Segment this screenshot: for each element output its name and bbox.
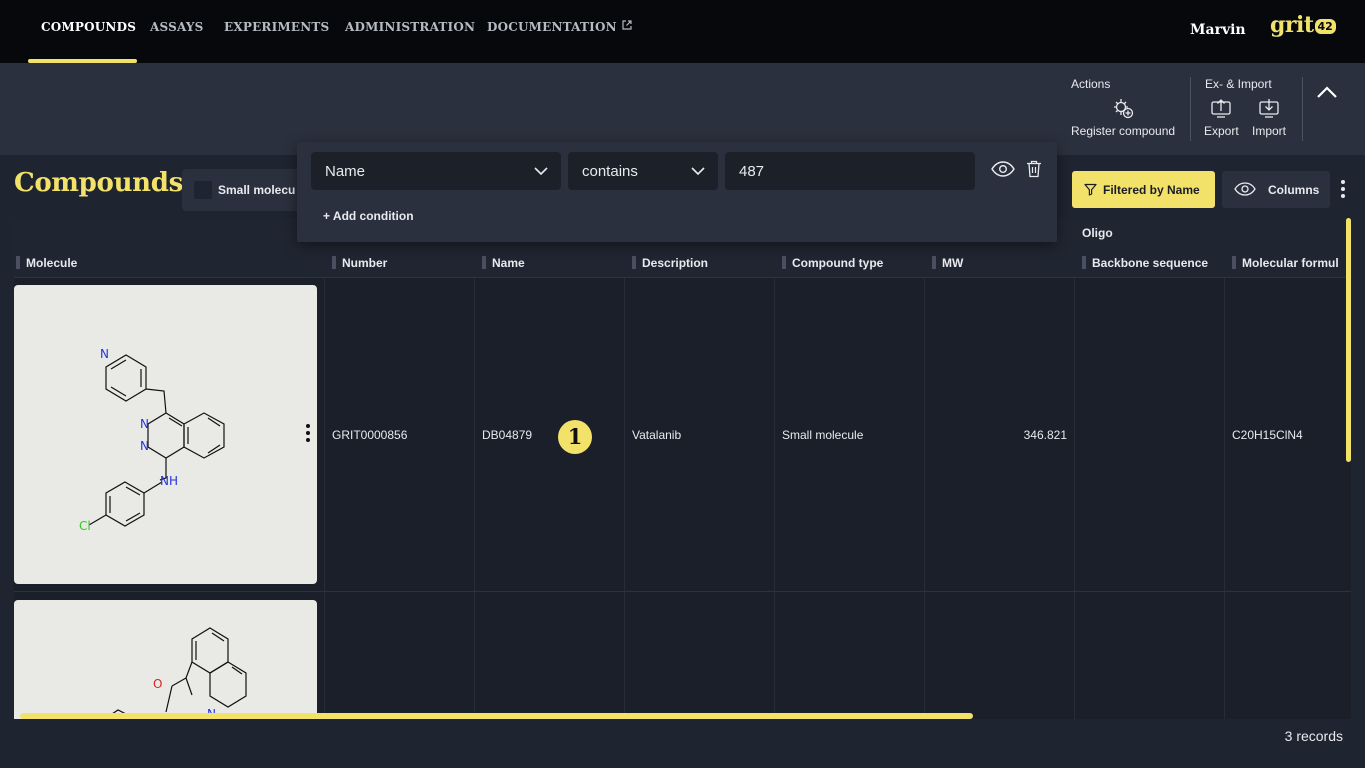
column-divider [624, 278, 625, 754]
cell-molecular-formula[interactable]: C20H15ClN4 [1232, 428, 1303, 442]
column-header-name[interactable]: Name [482, 256, 525, 270]
column-divider [924, 278, 925, 754]
filter-operator-value: contains [582, 163, 638, 180]
column-header-label: Backbone sequence [1092, 256, 1209, 270]
filter-operator-select[interactable]: contains [568, 152, 718, 190]
column-header-row: Molecule Number Name Description Compoun… [14, 248, 1351, 278]
vertical-scrollbar[interactable] [1346, 218, 1351, 462]
cell-name[interactable]: DB04879 [482, 428, 532, 442]
columns-button[interactable]: Columns [1222, 171, 1330, 208]
svg-text:Cl: Cl [79, 519, 91, 533]
ex-import-group-title: Ex- & Import [1205, 77, 1272, 91]
vatalanib-structure: N N N NH Cl [79, 347, 225, 533]
chevron-up-icon[interactable] [1313, 81, 1341, 105]
svg-text:N: N [140, 417, 149, 431]
eye-icon[interactable] [991, 161, 1015, 177]
filter-field-select[interactable]: Name [311, 152, 561, 190]
column-header-label: Molecular formul [1242, 256, 1339, 270]
cell-number[interactable]: GRIT0000856 [332, 428, 407, 442]
grit42-logo[interactable]: grit 42 [1270, 12, 1336, 44]
trash-icon[interactable] [1026, 160, 1042, 178]
horizontal-scrollbar[interactable] [20, 713, 973, 719]
column-header-mw[interactable]: MW [932, 256, 963, 270]
import-label: Import [1252, 124, 1287, 138]
column-header-description[interactable]: Description [632, 256, 708, 270]
external-link-icon [622, 20, 632, 30]
column-divider [774, 278, 775, 754]
column-header-molecular-formula[interactable]: Molecular formul [1232, 256, 1339, 270]
export-icon [1211, 99, 1231, 118]
step-marker-badge: 1 [558, 420, 592, 454]
more-options-icon[interactable] [1336, 178, 1350, 200]
nav-documentation-label: DOCUMENTATION [487, 20, 617, 34]
divider [1302, 77, 1303, 141]
column-header-label: Compound type [792, 256, 884, 270]
column-divider [324, 278, 325, 754]
import-button[interactable]: Import [1252, 97, 1286, 138]
type-toggle-label: Small molecu [218, 183, 296, 197]
svg-text:NH: NH [160, 474, 178, 488]
chevron-down-icon [691, 167, 705, 176]
column-header-molecule[interactable]: Molecule [16, 256, 77, 270]
divider [1190, 77, 1191, 141]
row-menu-icon[interactable] [302, 423, 314, 443]
add-condition-button[interactable]: + Add condition [323, 209, 414, 223]
register-compound-icon [1114, 99, 1134, 119]
cell-compound-type[interactable]: Small molecule [782, 428, 863, 442]
logo-badge: 42 [1314, 19, 1336, 34]
cell-mw[interactable]: 346.821 [932, 428, 1067, 442]
top-nav: COMPOUNDS ASSAYS EXPERIMENTS ADMINISTRAT… [0, 0, 1365, 63]
column-divider [1224, 278, 1225, 754]
column-divider [474, 278, 475, 754]
column-divider [1074, 278, 1075, 754]
molecule-structure-image: N N N NH Cl [14, 285, 317, 584]
column-header-number[interactable]: Number [332, 256, 387, 270]
user-name[interactable]: Marvin [1190, 22, 1246, 38]
filter-value-text: 487 [739, 163, 765, 180]
filter-value-input[interactable]: 487 [725, 152, 975, 190]
nav-experiments[interactable]: EXPERIMENTS [224, 20, 329, 34]
column-header-label: Name [492, 256, 525, 270]
row-divider [14, 591, 1351, 592]
grid-footer [14, 719, 1351, 754]
svg-text:N: N [100, 347, 109, 361]
logo-text: grit [1270, 12, 1314, 38]
filter-popover: Name contains 487 + Add condition [297, 142, 1057, 242]
nav-administration[interactable]: ADMINISTRATION [345, 20, 475, 34]
export-label: Export [1204, 124, 1239, 138]
export-button[interactable]: Export [1204, 97, 1239, 138]
register-compound-label: Register compound [1071, 124, 1176, 138]
type-checkbox[interactable] [194, 181, 212, 199]
nav-assays[interactable]: ASSAYS [150, 20, 204, 34]
eye-icon [1234, 182, 1256, 196]
cell-description[interactable]: Vatalanib [632, 428, 681, 442]
filtered-by-name-button[interactable]: Filtered by Name [1072, 171, 1215, 208]
chevron-down-icon [534, 167, 548, 176]
compound-type-toggle[interactable]: Small molecu [182, 169, 312, 211]
nav-documentation[interactable]: DOCUMENTATION [487, 20, 632, 34]
columns-label: Columns [1268, 183, 1320, 197]
svg-text:O: O [153, 677, 162, 691]
filter-icon [1084, 183, 1097, 196]
import-icon [1259, 99, 1279, 118]
column-header-compound-type[interactable]: Compound type [782, 256, 883, 270]
column-group-oligo: Oligo [1082, 226, 1113, 240]
column-header-label: Number [342, 256, 388, 270]
register-compound-button[interactable]: Register compound [1071, 97, 1175, 138]
column-header-label: Molecule [26, 256, 78, 270]
compounds-grid: Oligo Molecule Number Name Description C… [14, 218, 1351, 754]
filtered-by-name-label: Filtered by Name [1103, 183, 1200, 197]
column-header-label: Description [642, 256, 709, 270]
page-title: Compounds [14, 168, 183, 198]
actions-group-title: Actions [1071, 77, 1111, 91]
record-count: 3 records [1284, 728, 1343, 744]
column-header-backbone-sequence[interactable]: Backbone sequence [1082, 256, 1208, 270]
svg-text:N: N [140, 439, 149, 453]
filter-field-value: Name [325, 163, 366, 180]
column-header-label: MW [942, 256, 964, 270]
nav-compounds[interactable]: COMPOUNDS [41, 20, 136, 34]
